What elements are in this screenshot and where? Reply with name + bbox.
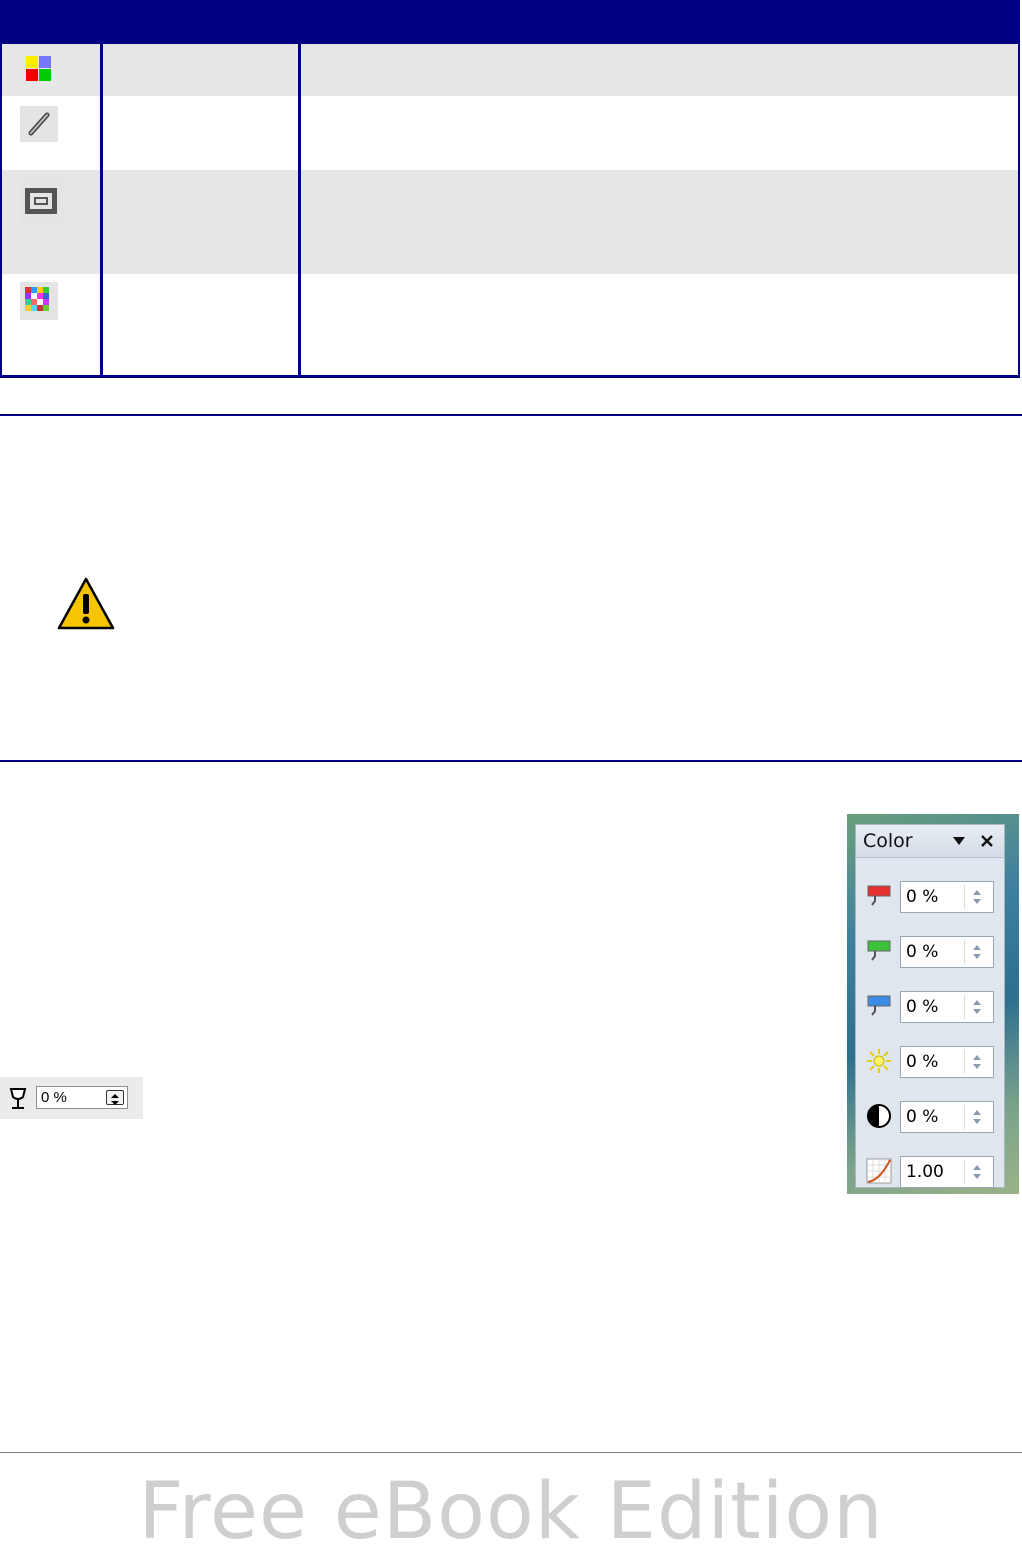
contrast-value: 0 %: [906, 1107, 939, 1127]
warning-triangle-icon: [56, 576, 116, 632]
column-divider: [298, 44, 301, 375]
red-channel-row: 0 %: [856, 881, 1004, 921]
close-icon[interactable]: [980, 834, 994, 848]
contrast-field[interactable]: 0 %: [900, 1101, 994, 1133]
brightness-value: 0 %: [906, 1052, 939, 1072]
mosaic-filter-icon: [20, 282, 58, 320]
color-panel-screenshot: Color 0 % 0 % 0 % 0 % 0 % 1.00: [847, 814, 1019, 1194]
caution-top-rule: [0, 414, 1022, 416]
spinner-arrows-icon[interactable]: [964, 995, 989, 1019]
brightness-icon: [867, 1049, 891, 1073]
brightness-row: 0 %: [856, 1046, 1004, 1086]
line-pencil-icon: [20, 106, 58, 142]
color-toolbar-icon: [24, 54, 54, 84]
spinner-arrows-icon[interactable]: [964, 1050, 989, 1074]
footer-rule: [0, 1452, 1022, 1453]
column-divider: [100, 44, 103, 375]
spinner-arrows-icon[interactable]: [964, 940, 989, 964]
table-row: [2, 170, 1018, 274]
blue-channel-row: 0 %: [856, 991, 1004, 1031]
transparency-control: 0 %: [0, 1077, 143, 1119]
red-channel-icon: [867, 885, 891, 906]
brightness-field[interactable]: 0 %: [900, 1046, 994, 1078]
green-channel-field[interactable]: 0 %: [900, 936, 994, 968]
gamma-row: 1.00: [856, 1156, 1004, 1196]
contrast-row: 0 %: [856, 1101, 1004, 1141]
gamma-field[interactable]: 1.00: [900, 1156, 994, 1188]
toolbar-icons-table: [0, 0, 1020, 378]
spinner-arrows-icon[interactable]: [964, 1160, 989, 1184]
blue-channel-value: 0 %: [906, 997, 939, 1017]
caution-bottom-rule: [0, 760, 1022, 762]
transparency-spinner[interactable]: [106, 1090, 124, 1105]
table-header-row: [0, 0, 1020, 44]
gamma-icon: [866, 1158, 892, 1184]
transparency-value: 0 %: [41, 1089, 67, 1106]
dropdown-arrow-icon[interactable]: [952, 836, 966, 846]
green-channel-value: 0 %: [906, 942, 939, 962]
transparency-glass-icon: [8, 1087, 28, 1111]
table-row: [2, 44, 1018, 96]
blue-channel-icon: [867, 995, 891, 1016]
area-frame-icon: [20, 178, 66, 226]
spinner-arrows-icon[interactable]: [964, 1105, 989, 1129]
spinner-arrows-icon[interactable]: [964, 885, 989, 909]
green-channel-icon: [867, 940, 891, 961]
transparency-field[interactable]: 0 %: [36, 1086, 128, 1109]
green-channel-row: 0 %: [856, 936, 1004, 976]
color-panel-title: Color: [863, 830, 913, 852]
gamma-value: 1.00: [906, 1162, 944, 1182]
footer-watermark: Free eBook Edition: [138, 1467, 884, 1557]
color-panel-titlebar: Color: [856, 825, 1004, 858]
blue-channel-field[interactable]: 0 %: [900, 991, 994, 1023]
table-row: [2, 274, 1018, 375]
table-row: [2, 96, 1018, 170]
color-panel: Color 0 % 0 % 0 % 0 % 0 % 1.00: [855, 824, 1005, 1188]
spinner-arrows-icon: [111, 1094, 119, 1105]
contrast-icon: [867, 1104, 891, 1128]
red-channel-value: 0 %: [906, 887, 939, 907]
red-channel-field[interactable]: 0 %: [900, 881, 994, 913]
